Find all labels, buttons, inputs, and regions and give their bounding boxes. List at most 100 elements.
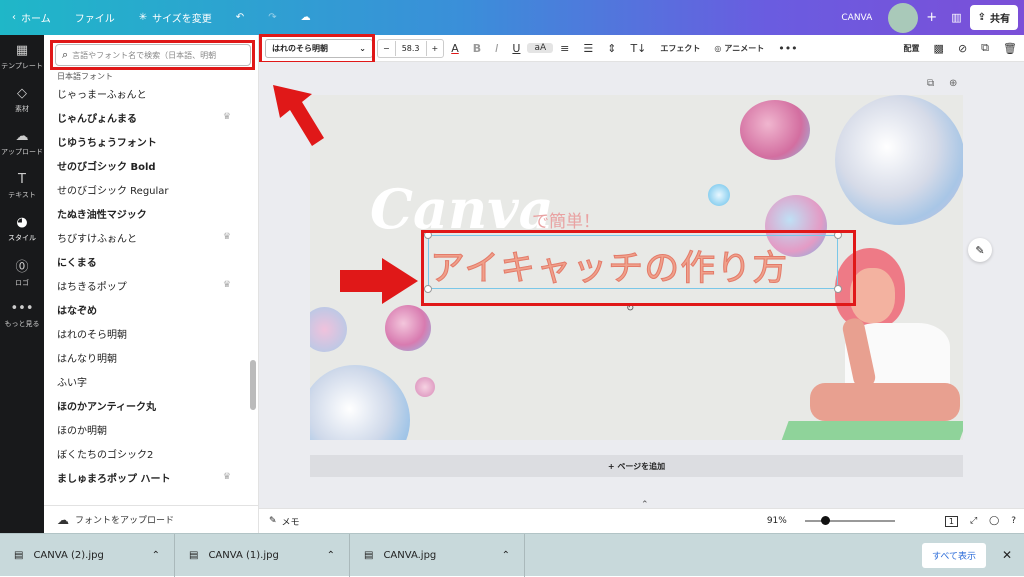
page-duplicate-icon[interactable]: ⧉: [927, 78, 934, 89]
font-size-value[interactable]: 58.3: [394, 40, 427, 56]
font-list-item[interactable]: はちきるポップ ♛: [44, 273, 259, 297]
sidebar-item-label: テンプレート: [1, 61, 43, 70]
spacing-icon[interactable]: ⇕: [600, 42, 623, 55]
list-icon[interactable]: ☰: [576, 42, 600, 55]
more-options-icon[interactable]: •••: [771, 42, 804, 55]
add-collaborator-icon[interactable]: +: [926, 10, 937, 25]
undo-button[interactable]: ↶: [224, 0, 256, 35]
font-list-item[interactable]: はんなり明朝: [44, 345, 259, 369]
panel-scrollbar[interactable]: [250, 360, 256, 410]
redo-button[interactable]: ↷: [256, 0, 288, 35]
fullscreen-icon[interactable]: ⤢: [970, 516, 977, 526]
annotation-box-search: [50, 40, 255, 70]
font-name: ましゅまろポップ ハート: [57, 473, 171, 485]
watercolor-bubble: [385, 305, 431, 351]
zoom-slider[interactable]: [804, 516, 895, 525]
redo-icon: ↷: [268, 12, 277, 23]
font-list-item[interactable]: はれのそら明朝: [44, 321, 259, 345]
annotation-box-headline: [421, 230, 856, 306]
text-color-button[interactable]: A: [444, 42, 466, 55]
font-list-item[interactable]: ふい字: [44, 369, 259, 393]
font-list-item[interactable]: ほのかアンティーク丸: [44, 393, 259, 417]
font-list-item[interactable]: じゃっまーふぉんと: [44, 81, 259, 105]
font-list-item[interactable]: ましゅまろポップ ハート ♛: [44, 465, 259, 489]
letter-case-button[interactable]: aA: [527, 43, 554, 53]
sidebar-item-logos[interactable]: ⓪ ロゴ: [0, 250, 44, 293]
align-icon[interactable]: ≡: [553, 42, 576, 55]
help-icon[interactable]: ?: [1011, 516, 1016, 526]
text-direction-icon[interactable]: T↓: [623, 42, 653, 55]
share-label: 共有: [990, 14, 1010, 25]
font-name: ふい字: [57, 377, 87, 389]
animate-button[interactable]: ◎ アニメート: [707, 43, 771, 54]
sidebar-item-text[interactable]: T テキスト: [0, 164, 44, 207]
comment-button[interactable]: ✎: [968, 238, 992, 262]
chevron-up-icon[interactable]: ⌃: [152, 550, 160, 561]
transparency-icon[interactable]: ▩: [927, 42, 951, 55]
chevron-left-icon: ‹: [12, 12, 16, 23]
animate-label: アニメート: [724, 43, 765, 53]
download-item[interactable]: ▤ CANVA (2).jpg ⌃: [0, 533, 175, 577]
file-icon: ▤: [364, 549, 374, 561]
font-list-item[interactable]: せのびゴシック Bold: [44, 153, 259, 177]
font-list-item[interactable]: ぼくたちのゴシック2: [44, 441, 259, 465]
sidebar-item-elements[interactable]: ◇ 素材: [0, 78, 44, 121]
chevron-up-icon[interactable]: ⌃: [327, 550, 335, 561]
resize-button[interactable]: ✳ サイズを変更: [127, 0, 224, 35]
chevron-up-icon[interactable]: ⌃: [502, 550, 510, 561]
effects-button[interactable]: エフェクト: [653, 43, 707, 54]
project-name[interactable]: CANVA: [841, 13, 872, 23]
italic-button[interactable]: I: [488, 42, 505, 55]
download-filename: CANVA (2).jpg: [33, 549, 104, 561]
page-add-icon[interactable]: ⊕: [949, 78, 957, 89]
download-filename: CANVA.jpg: [383, 549, 437, 561]
share-button[interactable]: ⇪ 共有: [969, 5, 1018, 30]
sidebar-item-more[interactable]: ••• もっと見る: [0, 293, 44, 336]
font-list-item[interactable]: にくまる: [44, 249, 259, 273]
font-size-stepper[interactable]: − 58.3 +: [377, 38, 445, 58]
memo-button[interactable]: メモ: [282, 515, 300, 528]
font-list-item[interactable]: じゆうちょうフォント: [44, 129, 259, 153]
font-list-item[interactable]: じゃんぴょんまる ♛: [44, 105, 259, 129]
check-icon[interactable]: ◯: [989, 516, 999, 526]
show-all-button[interactable]: すべて表示: [921, 543, 986, 568]
font-list-item[interactable]: せのびゴシック Regular: [44, 177, 259, 201]
sidebar-item-templates[interactable]: ▦ テンプレート: [0, 35, 44, 78]
position-button[interactable]: 配置: [897, 43, 927, 54]
trash-icon[interactable]: 🗑: [996, 42, 1024, 55]
sidebar-item-label: テキスト: [8, 190, 36, 199]
font-list-item[interactable]: たぬき油性マジック: [44, 201, 259, 225]
cloud-save-icon[interactable]: ☁: [289, 0, 323, 35]
upload-font-button[interactable]: ☁ フォントをアップロード: [44, 505, 259, 533]
sidebar-item-styles[interactable]: ◕ スタイル: [0, 207, 44, 250]
underline-button[interactable]: U: [505, 42, 527, 55]
link-icon[interactable]: ⊘: [951, 42, 974, 55]
download-item[interactable]: ▤ CANVA.jpg ⌃: [350, 533, 525, 577]
page-count[interactable]: 1: [944, 515, 958, 527]
insights-icon[interactable]: ▥: [951, 11, 961, 24]
avatar[interactable]: [888, 2, 919, 33]
subtitle-text[interactable]: で簡単！: [532, 207, 600, 232]
font-list-item[interactable]: ほのか明朝: [44, 417, 259, 441]
duplicate-icon[interactable]: ⧉: [974, 41, 996, 55]
watercolor-bubble: [740, 100, 810, 160]
home-button[interactable]: ‹ ホーム: [0, 0, 63, 35]
file-menu[interactable]: ファイル: [63, 0, 127, 35]
zoom-value[interactable]: 91%: [767, 516, 787, 526]
sidebar-item-uploads[interactable]: ☁ アップロード: [0, 121, 44, 164]
memo-icon[interactable]: ✎: [269, 516, 277, 526]
font-name: はんなり明朝: [57, 353, 117, 365]
watercolor-bubble: [708, 184, 730, 206]
font-name: じゃんぴょんまる: [57, 113, 137, 125]
font-list-item[interactable]: はなぞめ: [44, 297, 259, 321]
font-name: はちきるポップ: [57, 281, 127, 293]
bold-button[interactable]: B: [466, 42, 488, 55]
increase-size-button[interactable]: +: [427, 44, 444, 53]
close-icon[interactable]: ✕: [1002, 548, 1012, 562]
zoom-slider-handle[interactable]: [820, 516, 830, 525]
font-list-item[interactable]: ちびすけふぉんと ♛: [44, 225, 259, 249]
font-name: ぼくたちのゴシック2: [57, 449, 154, 461]
decrease-size-button[interactable]: −: [378, 44, 395, 53]
add-page-button[interactable]: + ページを追加: [310, 455, 963, 477]
download-item[interactable]: ▤ CANVA (1).jpg ⌃: [175, 533, 350, 577]
